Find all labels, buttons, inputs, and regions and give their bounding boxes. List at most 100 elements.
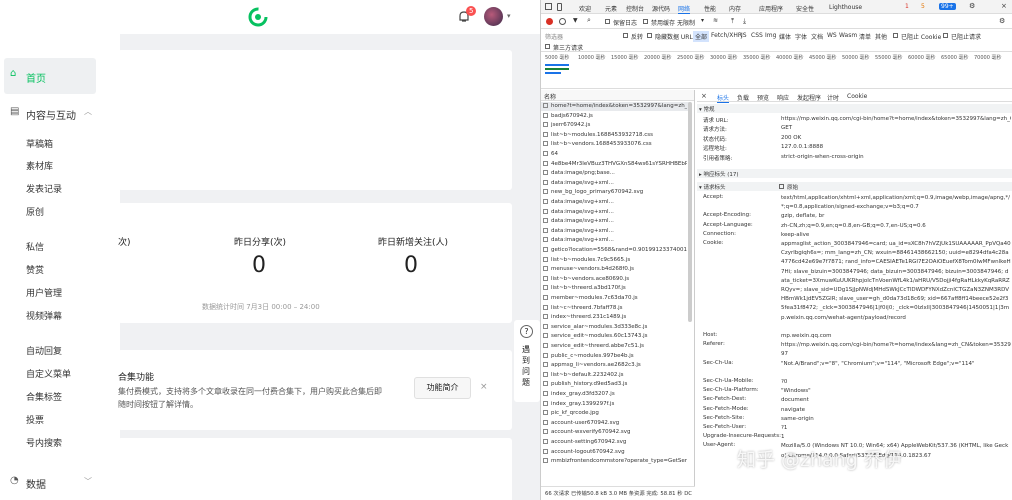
chevron-down-icon[interactable]: ▾ — [507, 12, 511, 20]
sidebar-item[interactable]: 号内搜索 — [26, 436, 62, 449]
request-row[interactable]: data:image/svg+xml... — [543, 199, 687, 205]
filter-type[interactable]: WS — [827, 32, 837, 39]
request-row[interactable]: list~b~modules.7c9c5665.js — [543, 256, 687, 263]
tab-sources[interactable]: 源代码 — [652, 4, 670, 13]
request-row[interactable]: account-user670942.svg — [543, 419, 687, 426]
request-row[interactable]: account-logout670942.svg — [543, 448, 687, 455]
request-row[interactable]: jserr670942.js — [543, 122, 687, 128]
tab-response[interactable]: 响应 — [777, 93, 789, 102]
request-row[interactable]: account-setting670942.svg — [543, 439, 687, 445]
gear-icon[interactable]: ⚙ — [999, 17, 1005, 25]
blocked-requests-checkbox[interactable] — [943, 33, 948, 38]
request-row[interactable]: data:image/svg+xml... — [543, 237, 687, 243]
record-icon[interactable] — [546, 18, 553, 25]
tab-security[interactable]: 安全性 — [796, 4, 814, 13]
filter-icon[interactable]: ▼ — [573, 17, 578, 24]
device-icon[interactable] — [557, 3, 562, 11]
section-request-header[interactable] — [697, 182, 1012, 191]
clear-icon[interactable] — [559, 18, 566, 25]
tab-memory[interactable]: 内存 — [729, 4, 741, 13]
sidebar-item[interactable]: 草稿箱 — [26, 137, 53, 150]
hide-data-url-checkbox[interactable] — [647, 33, 652, 38]
sidebar-item[interactable]: 赞赏 — [26, 263, 44, 276]
chevron-down-icon[interactable]: ﹀ — [84, 476, 92, 487]
inspect-icon[interactable] — [545, 3, 552, 10]
tab-initiator[interactable]: 发起程序 — [797, 93, 821, 102]
sidebar-item[interactable]: 自定义菜单 — [26, 367, 71, 380]
request-row[interactable]: new_bg_logo_primary670942.svg — [543, 189, 687, 195]
filter-type[interactable]: 其他 — [875, 32, 887, 41]
close-icon[interactable]: × — [701, 92, 707, 100]
sidebar-item[interactable]: 用户管理 — [26, 286, 62, 299]
close-icon[interactable]: × — [480, 382, 488, 392]
request-row[interactable]: data:image/svg+xml... — [543, 218, 687, 224]
sidebar-item[interactable]: 自动回复 — [26, 344, 62, 357]
request-row[interactable]: account-wxverify670942.svg — [543, 429, 687, 435]
request-row[interactable]: index_gray.1399297f.js — [543, 400, 687, 407]
sidebar-item-home[interactable] — [4, 58, 96, 94]
request-row[interactable]: service_edit~threerd.abbe7c51.js — [543, 343, 687, 349]
tab-headers[interactable]: 标头 — [717, 93, 730, 103]
request-row[interactable]: getico?location=5568&rand=0.901991233740… — [543, 247, 687, 253]
blocked-cookies-checkbox[interactable] — [893, 33, 898, 38]
filter-type-all[interactable]: 全部 — [693, 31, 710, 42]
request-row[interactable]: data:image/svg+xml... — [543, 208, 687, 215]
sidebar-item[interactable]: 合集标签 — [26, 390, 62, 403]
disable-cache-checkbox[interactable] — [643, 19, 648, 24]
section-response-header[interactable] — [697, 169, 1012, 178]
sidebar-item[interactable]: 投票 — [26, 413, 44, 426]
request-row[interactable]: service_edit~modules.60c13743.js — [543, 333, 687, 339]
request-row[interactable]: public_c~modules.997be4b.js — [543, 352, 687, 359]
section-general-header[interactable] — [697, 104, 1012, 113]
tab-cookie[interactable]: Cookie — [847, 93, 867, 100]
sidebar-group-data[interactable]: 数据 — [26, 476, 46, 491]
tab-welcome[interactable]: 欢迎 — [579, 4, 591, 13]
sidebar-item[interactable]: 素材库 — [26, 159, 53, 172]
filter-type[interactable]: Fetch/XHR — [711, 32, 742, 39]
request-row[interactable]: badjs670942.js — [543, 112, 687, 119]
request-row[interactable]: list~b~modules.1688453932718.css — [543, 131, 687, 138]
request-row[interactable]: list~b~vendors.ace80690.js — [543, 275, 687, 282]
filter-type[interactable]: 媒体 — [779, 32, 791, 41]
tab-lighthouse[interactable]: Lighthouse — [829, 4, 862, 11]
request-row[interactable]: data:image/png;base... — [543, 170, 687, 176]
filter-type[interactable]: JS — [741, 32, 747, 39]
sidebar-item[interactable]: 发表记录 — [26, 182, 62, 195]
request-row[interactable]: list~b~default.2232402.js — [543, 371, 687, 378]
tab-elements[interactable]: 元素 — [605, 4, 617, 13]
upload-icon[interactable]: ⤒ — [731, 17, 734, 26]
request-row[interactable]: index_gray.d3fd3207.js — [543, 391, 687, 397]
preserve-log-checkbox[interactable] — [605, 19, 610, 24]
request-row[interactable]: publish_history.d9ed5ad3.js — [543, 381, 687, 387]
request-row[interactable]: data:image/svg+xml... — [543, 179, 687, 186]
wifi-icon[interactable]: ≋ — [713, 17, 718, 24]
sidebar-item[interactable]: 私信 — [26, 240, 44, 253]
tab-network[interactable]: 网络 — [678, 4, 691, 14]
sidebar-item[interactable]: 原创 — [26, 205, 44, 218]
tab-application[interactable]: 应用程序 — [759, 4, 783, 13]
request-row[interactable]: pic_kf_qrcode.jpg — [543, 410, 687, 416]
throttle-select[interactable]: 无限制 — [677, 18, 695, 27]
issues-badge[interactable]: 99+ — [939, 3, 956, 10]
request-row[interactable]: 4e8be4Mr3IeVBuz3THVGXnS84ws61sYSRHHBEbPF… — [543, 160, 687, 167]
request-row[interactable]: member~modules.7c63da70.js — [543, 295, 687, 301]
chevron-up-icon[interactable]: ︿ — [84, 106, 92, 117]
request-row[interactable]: mmbizfrontendcommstore?operate_type=GetS… — [543, 458, 687, 464]
help-panel[interactable]: ? 遇到问题 — [514, 320, 540, 402]
tab-preview[interactable]: 预览 — [757, 93, 769, 102]
download-icon[interactable]: ⤓ — [743, 17, 746, 26]
raw-checkbox[interactable] — [779, 184, 784, 189]
filter-type[interactable]: CSS — [751, 32, 763, 39]
tab-timing[interactable]: 计时 — [827, 93, 839, 102]
request-row[interactable]: list~b~threerd.a3bd170f.js — [543, 285, 687, 291]
scrollbar[interactable] — [688, 102, 692, 322]
invert-checkbox[interactable] — [623, 33, 628, 38]
request-row[interactable]: service_alar~modules.3d333e8c.js — [543, 323, 687, 330]
list-header-name[interactable]: 名称 — [544, 92, 556, 101]
warning-count[interactable]: 5 — [921, 3, 925, 10]
request-row[interactable]: list~b~vendors.1688453933076.css — [543, 141, 687, 147]
filter-input[interactable]: 筛选器 — [545, 32, 563, 41]
request-row[interactable]: menuse~vendors.b4d268f0.js — [543, 266, 687, 272]
feature-intro-button[interactable]: 功能简介 — [414, 377, 471, 399]
filter-type[interactable]: 清单 — [859, 32, 871, 41]
